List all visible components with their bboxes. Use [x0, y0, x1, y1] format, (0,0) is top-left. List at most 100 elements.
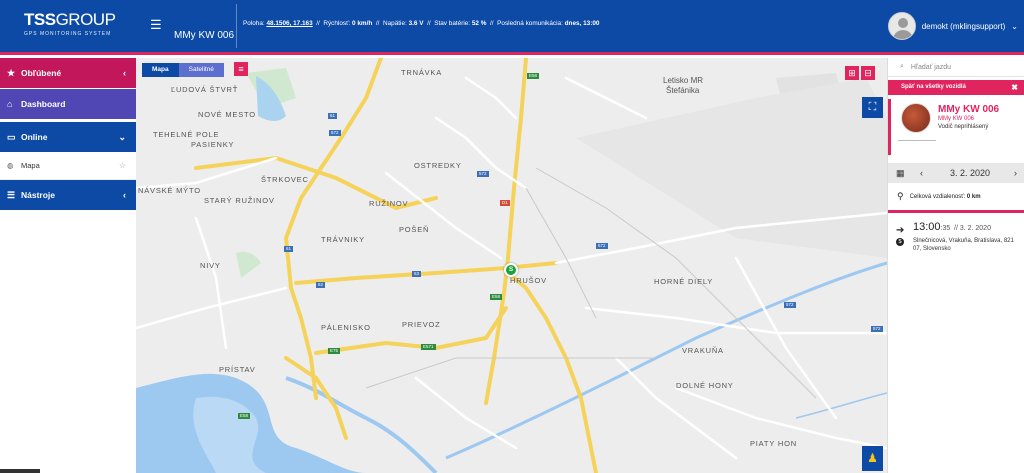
- bateria-value: 52 %: [471, 20, 487, 27]
- total-distance: ⚲ Celková vzdialenosť: 0 km: [888, 183, 1024, 213]
- trip-time-hm: 13:00: [913, 221, 941, 233]
- road-shield: 572: [596, 243, 608, 249]
- road-shield: E58: [238, 413, 251, 419]
- map-menu-button[interactable]: ≡: [234, 62, 248, 76]
- map-type-map-button[interactable]: Mapa: [142, 63, 179, 77]
- road-shield: E58: [490, 294, 503, 300]
- logo-subtitle: GPS MONITORING SYSTEM: [24, 31, 112, 37]
- vehicle-card[interactable]: MMy KW 006 MMy KW 006 Vodič neprihlásený: [888, 99, 1024, 155]
- sidebar-item-tools[interactable]: ☰ Nástroje ‹: [0, 180, 136, 210]
- sidebar-item-label: Mapa: [21, 161, 40, 170]
- route-icon: ⚲: [897, 191, 904, 201]
- map-canvas[interactable]: TRNÁVKA ĽUDOVÁ ŠTVRŤ NOVÉ MESTO TEHELNÉ …: [136, 58, 887, 473]
- komunikacia-label: Posledná komunikácia:: [497, 20, 563, 27]
- search-input[interactable]: Hľadať jazdu: [911, 64, 951, 71]
- star-icon: ★: [7, 67, 16, 78]
- map-zoom-controls: ⊞ ⊟: [845, 66, 875, 80]
- close-icon[interactable]: ✖: [1011, 80, 1018, 95]
- road-shield: 61: [328, 113, 338, 119]
- sidebar-item-label: Obľúbené: [21, 68, 62, 78]
- sliders-icon: ☰: [7, 189, 16, 200]
- monitor-icon: ▭: [7, 131, 16, 142]
- chevron-left-icon[interactable]: ‹: [920, 168, 923, 178]
- separator: //: [490, 20, 494, 27]
- road-shield: 62: [316, 282, 326, 288]
- map-type-satellite-button[interactable]: Satelitné: [178, 63, 224, 77]
- home-icon: ⌂: [7, 99, 13, 109]
- vehicle-marker[interactable]: S: [504, 263, 518, 277]
- globe-icon: ◍: [7, 161, 14, 170]
- divider: [236, 4, 237, 48]
- trip-time-seconds: :35: [940, 225, 951, 232]
- star-outline-icon[interactable]: ☆: [119, 161, 126, 170]
- search-icon: ⌕: [900, 63, 904, 70]
- trip-search[interactable]: ⌕ Hľadať jazdu: [888, 58, 1024, 77]
- sidebar-item-favourites[interactable]: ★ Obľúbené ‹: [0, 58, 136, 88]
- poloha-value-link[interactable]: 48.1506, 17.163: [266, 20, 312, 27]
- road-shield: E75: [328, 348, 341, 354]
- calendar-icon[interactable]: ▦: [896, 168, 905, 179]
- logo-main: TSS: [24, 10, 56, 29]
- separator: //: [375, 20, 380, 27]
- sidebar-item-label: Nástroje: [21, 190, 56, 200]
- sidebar-item-mapa[interactable]: ◍ Mapa ☆: [0, 152, 136, 180]
- driver-status: Vodič neprihlásený: [938, 124, 989, 130]
- napatie-value: 3.6 V: [408, 20, 424, 27]
- map-label: Letisko MR: [663, 76, 704, 85]
- map-label: NÁVSKÉ MÝTO: [138, 186, 201, 195]
- trip-address: Slnečnicová, Vrakuňa, Bratislava, 821 07…: [913, 238, 1014, 252]
- status-line: Poloha: 48.1506, 17.163 // Rýchlosť: 0 k…: [243, 20, 599, 27]
- top-bar: TSSGROUP GPS MONITORING SYSTEM ☰ MMy KW …: [0, 0, 1024, 55]
- chevron-right-icon[interactable]: ›: [1014, 168, 1017, 178]
- trip-item[interactable]: ➔ 13:00:35 // 3. 2. 2020 $ Slnečnicová, …: [888, 213, 1024, 252]
- hamburger-menu-icon[interactable]: ☰: [150, 17, 162, 33]
- fullscreen-icon[interactable]: ⛶: [862, 97, 883, 118]
- road-shield: 63: [412, 271, 422, 277]
- map-label: ŠTRKOVEC: [261, 175, 309, 184]
- avatar: [887, 12, 916, 40]
- distance-value: 0 km: [966, 193, 981, 200]
- napatie-label: Napätie:: [382, 20, 407, 27]
- road-shield: E58: [527, 73, 540, 79]
- rychlost-label: Rýchlosť:: [323, 20, 351, 27]
- sidebar-item-dashboard[interactable]: ⌂ Dashboard: [0, 89, 136, 119]
- vehicle-name: MMy KW 006: [938, 104, 1000, 115]
- bateria-label: Stav batérie:: [434, 20, 471, 27]
- map-label: ĽUDOVÁ ŠTVRŤ: [171, 85, 239, 94]
- chevron-down-icon: ⌄: [1011, 21, 1018, 31]
- bottom-tab: [0, 469, 40, 473]
- logo-group: GROUP: [55, 10, 116, 29]
- poloha-label: Poloha:: [243, 20, 265, 27]
- map-label: HORNÉ DIELY: [654, 277, 714, 286]
- back-to-all-vehicles-bar[interactable]: Späť na všetky vozidlá ✖: [888, 80, 1024, 95]
- map-label: DOLNÉ HONY: [676, 381, 734, 390]
- road-shield: 572: [329, 130, 341, 136]
- map-label: VRAKUŇA: [682, 346, 724, 355]
- sidebar-item-label: Online: [21, 132, 48, 142]
- expand-icon[interactable]: ⊞: [845, 66, 859, 80]
- street-view-pegman-icon[interactable]: ♟: [862, 446, 883, 471]
- map-label: OSTREDKY: [414, 161, 462, 170]
- map-label: NOVÉ MESTO: [198, 110, 256, 119]
- logo[interactable]: TSSGROUP GPS MONITORING SYSTEM: [24, 10, 116, 37]
- road-shield: D1: [500, 200, 510, 206]
- road-shield: E571: [421, 344, 436, 350]
- map-label: TRNÁVKA: [401, 68, 443, 77]
- accent-line: [0, 52, 1024, 55]
- separator: //: [316, 20, 320, 27]
- sidebar-item-online[interactable]: ▭ Online ⌄: [0, 122, 136, 152]
- map-label: PASIENKY: [191, 140, 235, 149]
- map-label: Štefánika: [666, 86, 700, 95]
- sidebar: ★ Obľúbené ‹ ⌂ Dashboard ▭ Online ⌄ ◍ Ma…: [0, 58, 136, 473]
- chevron-left-icon: ‹: [123, 190, 126, 200]
- arrow-right-icon: ➔: [896, 225, 905, 236]
- collapse-icon[interactable]: ⊟: [861, 66, 875, 80]
- vehicle-image: [898, 103, 936, 141]
- map-label: HRUŠOV: [510, 276, 547, 285]
- map-label: NIVY: [200, 261, 221, 270]
- back-label: Späť na všetky vozidlá: [901, 84, 966, 90]
- road-shield: 61: [284, 246, 294, 252]
- user-menu[interactable]: demokt (mklingsupport) ⌄: [887, 11, 1018, 41]
- vehicle-title: MMy KW 006: [174, 30, 235, 41]
- sidebar-item-label: Dashboard: [21, 99, 66, 109]
